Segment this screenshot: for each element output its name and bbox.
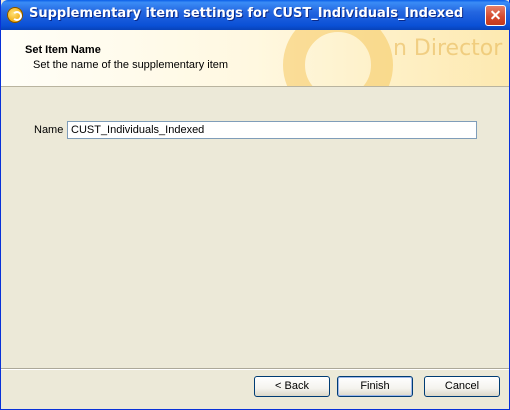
wizard-header: n Director Set Item Name Set the name of…	[1, 30, 509, 87]
finish-button[interactable]: Finish	[337, 376, 413, 397]
wizard-window: Supplementary item settings for CUST_Ind…	[0, 0, 510, 410]
logo-watermark: n Director	[393, 36, 503, 61]
page-subtitle: Set the name of the supplementary item	[33, 59, 229, 71]
title-bar[interactable]: Supplementary item settings for CUST_Ind…	[1, 0, 510, 30]
cancel-button[interactable]: Cancel	[424, 376, 500, 397]
name-input[interactable]	[67, 121, 477, 139]
window-title: Supplementary item settings for CUST_Ind…	[29, 6, 464, 21]
footer-divider	[1, 368, 509, 370]
back-button[interactable]: < Back	[254, 376, 330, 397]
logo-arc-icon	[283, 30, 393, 86]
name-label: Name	[34, 124, 64, 136]
close-button[interactable]	[485, 5, 506, 26]
page-title: Set Item Name	[25, 44, 101, 56]
app-icon	[7, 7, 23, 23]
